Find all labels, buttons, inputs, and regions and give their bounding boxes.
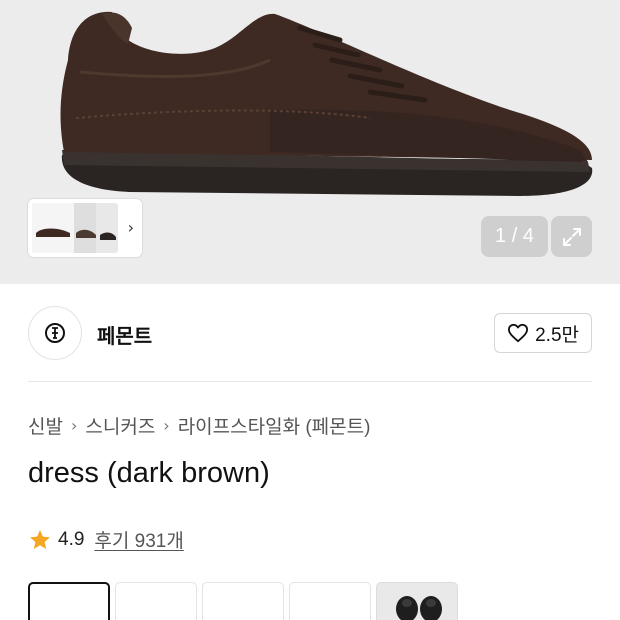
color-option[interactable] [202,582,284,620]
like-count: 2.5만 [535,324,579,346]
product-image-gallery[interactable]: › 1 / 4 [0,0,620,284]
brand-row: 페몬트 2.5만 [28,306,592,360]
rating-row: 4.9 후기 931개 [28,526,184,553]
reviews-link[interactable]: 후기 931개 [94,526,183,553]
like-button[interactable]: 2.5만 [494,313,592,353]
product-title: dress (dark brown) [28,457,270,489]
color-option[interactable] [289,582,371,620]
thumbnail-image[interactable] [32,203,118,253]
breadcrumb: 신발 › 스니커즈 › 라이프스타일화 (페몬트) [28,412,370,439]
breadcrumb-item-lifestyle[interactable]: 라이프스타일화 (페몬트) [178,412,371,439]
heart-icon [508,323,529,343]
image-counter: 1 / 4 [481,216,548,257]
color-options [28,582,458,620]
black-shoes-icon [396,596,442,620]
brand-name[interactable]: 페몬트 [97,320,152,349]
color-option[interactable] [376,582,458,620]
star-icon [30,529,50,549]
thumbnail-shoes-icon [32,203,118,253]
breadcrumb-item-sneakers[interactable]: 스니커즈 [85,412,155,439]
color-option[interactable] [115,582,197,620]
expand-icon [562,227,581,246]
brand-logo-icon [45,323,65,343]
expand-button[interactable] [551,216,592,257]
thumbnail-strip[interactable]: › [28,199,142,257]
breadcrumb-item-shoes[interactable]: 신발 [28,412,63,439]
product-shoe-image [60,11,593,196]
rating-score: 4.9 [58,528,85,550]
chevron-right-icon: › [70,416,78,435]
chevron-right-icon: › [163,416,170,435]
chevron-right-icon[interactable]: › [128,218,134,237]
brand-logo[interactable] [28,306,82,360]
color-option[interactable] [28,582,110,620]
divider [28,381,592,382]
